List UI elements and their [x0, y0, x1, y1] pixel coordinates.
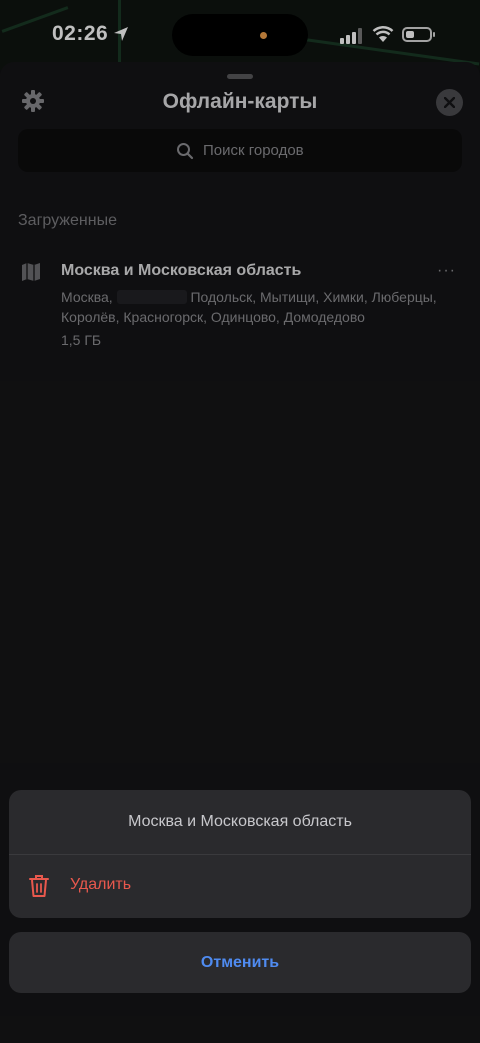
delete-button[interactable]: Удалить: [9, 854, 471, 918]
trash-icon: [29, 875, 49, 897]
cancel-button[interactable]: Отменить: [9, 932, 471, 993]
action-sheet-title: Москва и Московская область: [9, 790, 471, 855]
action-sheet: Москва и Московская область Удалить: [9, 790, 471, 918]
delete-label: Удалить: [70, 876, 132, 893]
